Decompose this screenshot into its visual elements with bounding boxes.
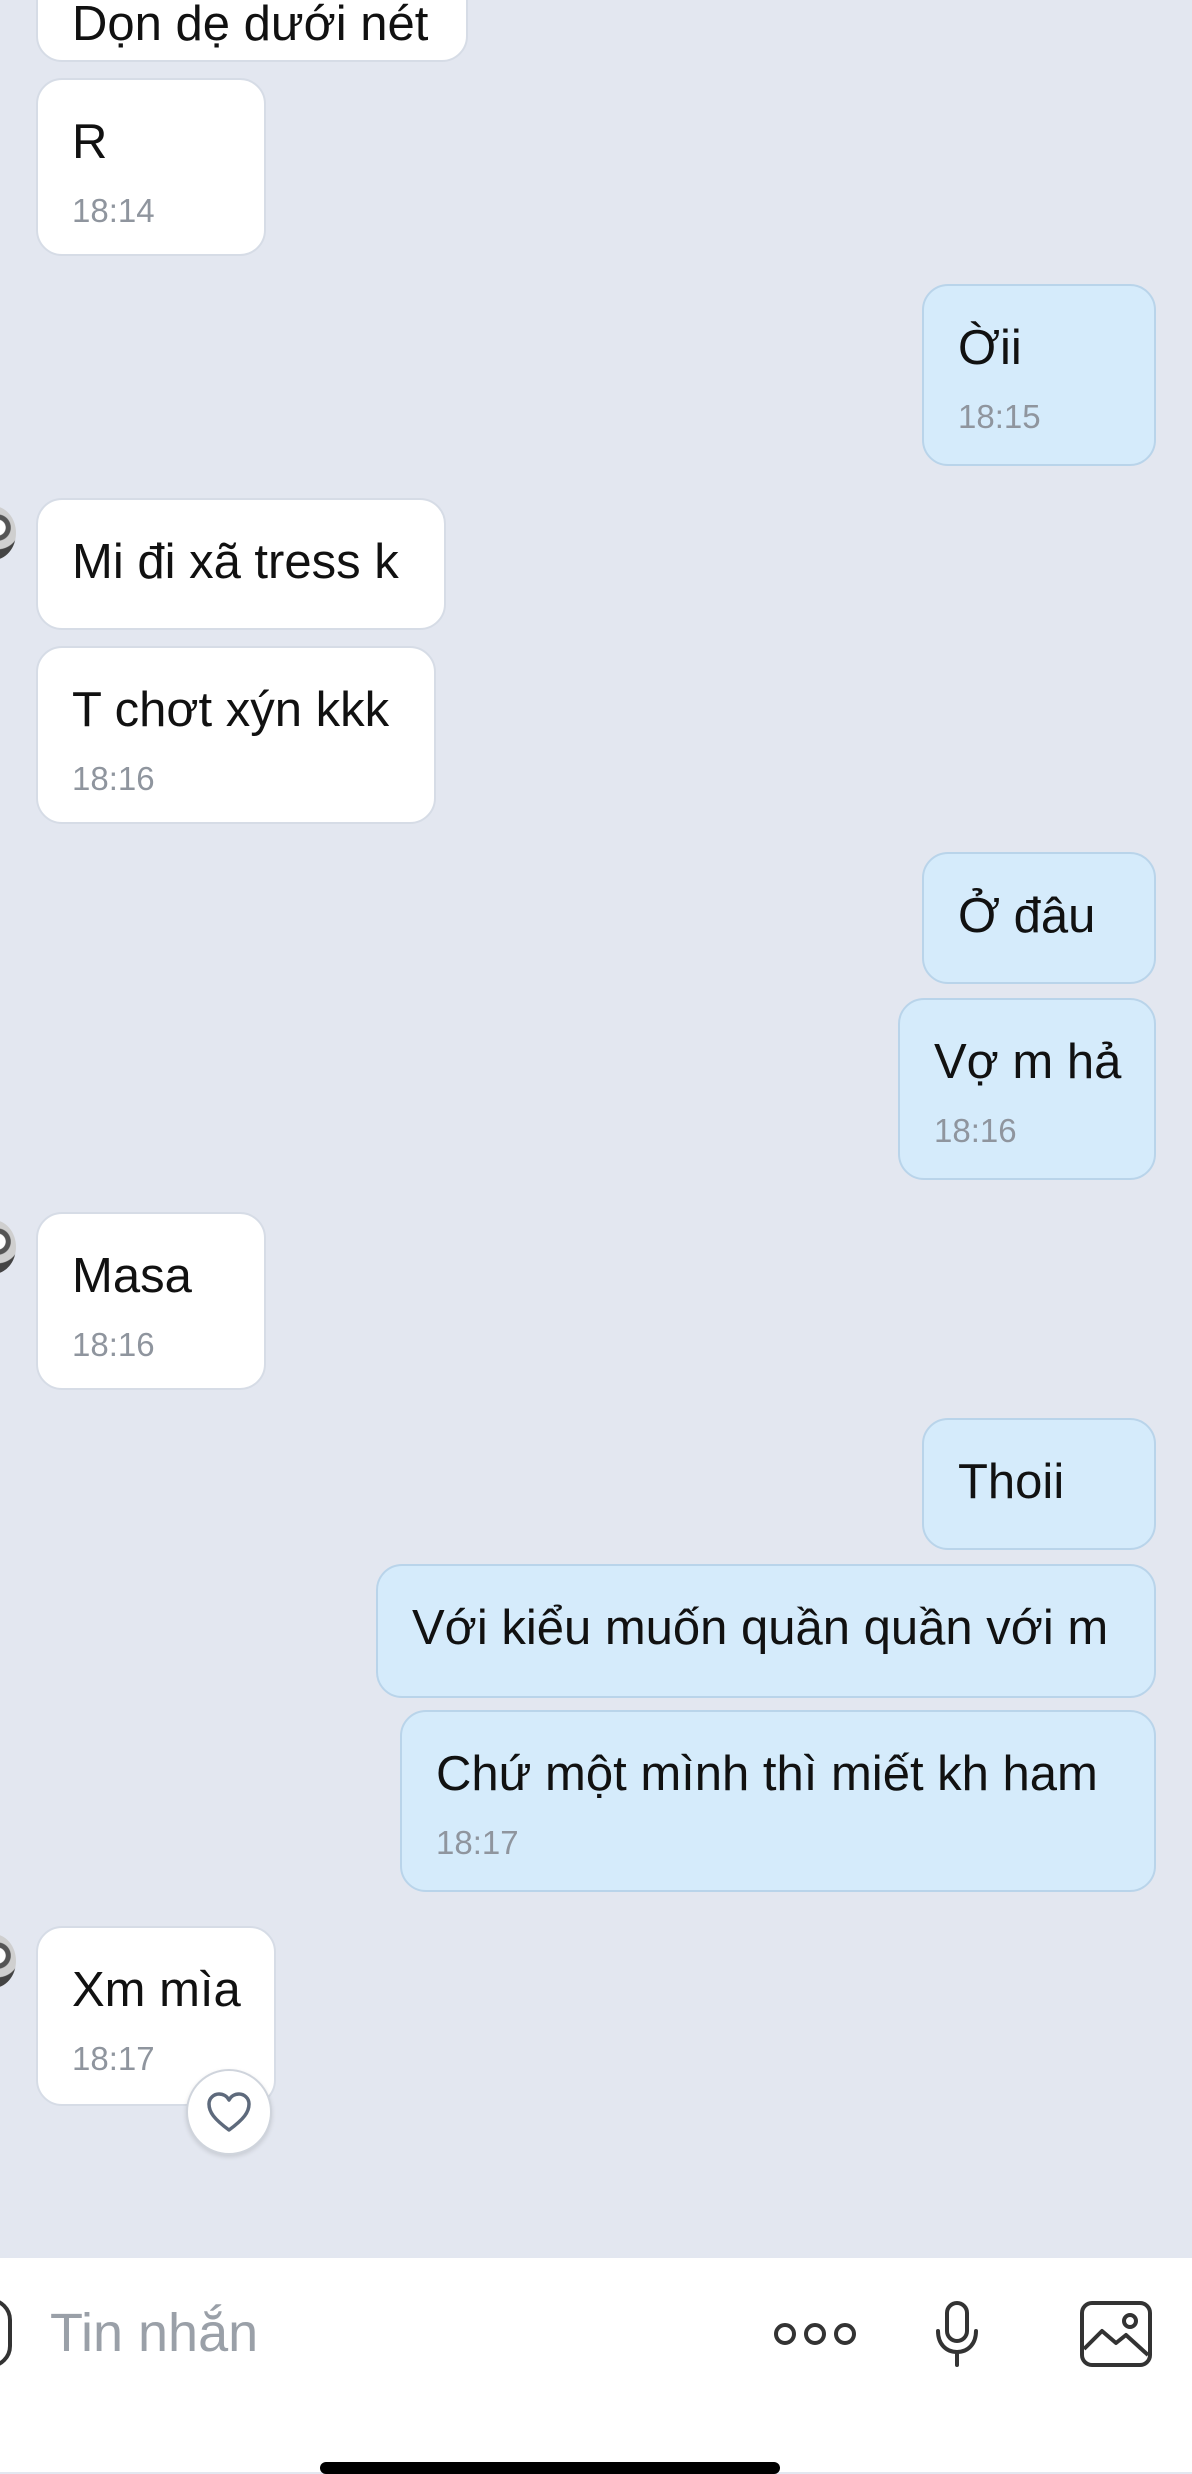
image-icon — [1080, 2301, 1152, 2367]
more-icon — [774, 2323, 856, 2345]
reaction-button[interactable] — [186, 2069, 272, 2155]
microphone-icon — [936, 2301, 978, 2367]
sticker-icon[interactable] — [0, 2298, 12, 2368]
message-text: Thoii — [958, 1455, 1065, 1509]
message-text: Masa — [72, 1249, 192, 1303]
message-text: Vợ m hả — [934, 1035, 1122, 1089]
message-bubble[interactable]: Ở đâu — [922, 852, 1156, 984]
message-text: Mi đi xã tress k — [72, 535, 399, 589]
message-bubble[interactable]: Thoii — [922, 1418, 1156, 1550]
message-text: Ở đâu — [958, 889, 1096, 943]
avatar[interactable] — [0, 1220, 16, 1274]
message-bubble[interactable]: T chơt xýn kkk 18:16 — [36, 646, 436, 824]
more-button[interactable] — [772, 2298, 858, 2370]
message-time: 18:15 — [958, 398, 1041, 435]
message-text: Chứ một mình thì miết kh ham — [436, 1747, 1098, 1801]
avatar[interactable] — [0, 506, 16, 560]
message-input[interactable]: Tin nhắn — [50, 2288, 700, 2378]
message-bubble[interactable]: Vợ m hả 18:16 — [898, 998, 1156, 1180]
message-text: Xm mìa — [72, 1963, 241, 2017]
message-time: 18:16 — [934, 1112, 1017, 1149]
message-text: R — [72, 115, 108, 169]
avatar[interactable] — [0, 1934, 16, 1988]
message-bubble[interactable]: R 18:14 — [36, 78, 266, 256]
message-bubble[interactable]: Với kiểu muốn quần quần với m — [376, 1564, 1156, 1698]
heart-icon — [207, 2092, 251, 2132]
message-composer: Tin nhắn — [0, 2258, 1192, 2472]
message-bubble[interactable]: Masa 18:16 — [36, 1212, 266, 1390]
message-time: 18:17 — [436, 1824, 519, 1861]
microphone-button[interactable] — [932, 2298, 982, 2370]
message-bubble[interactable]: Chứ một mình thì miết kh ham 18:17 — [400, 1710, 1156, 1892]
message-text: Ờii — [958, 321, 1022, 375]
message-list: Dọn dẹ dưới nét R 18:14 Ờii 18:15 Mi đi … — [0, 0, 1192, 2258]
message-bubble[interactable]: Mi đi xã tress k — [36, 498, 446, 630]
home-indicator — [320, 2462, 780, 2474]
message-bubble[interactable]: Ờii 18:15 — [922, 284, 1156, 466]
message-text: T chơt xýn kkk — [72, 683, 390, 737]
message-time: 18:16 — [72, 760, 155, 797]
message-bubble[interactable]: Dọn dẹ dưới nét — [36, 0, 468, 62]
message-text: Với kiểu muốn quần quần với m — [412, 1601, 1109, 1655]
message-time: 18:14 — [72, 192, 155, 229]
message-text: Dọn dẹ dưới nét — [72, 0, 429, 51]
message-time: 18:16 — [72, 1326, 155, 1363]
image-button[interactable] — [1078, 2298, 1154, 2370]
